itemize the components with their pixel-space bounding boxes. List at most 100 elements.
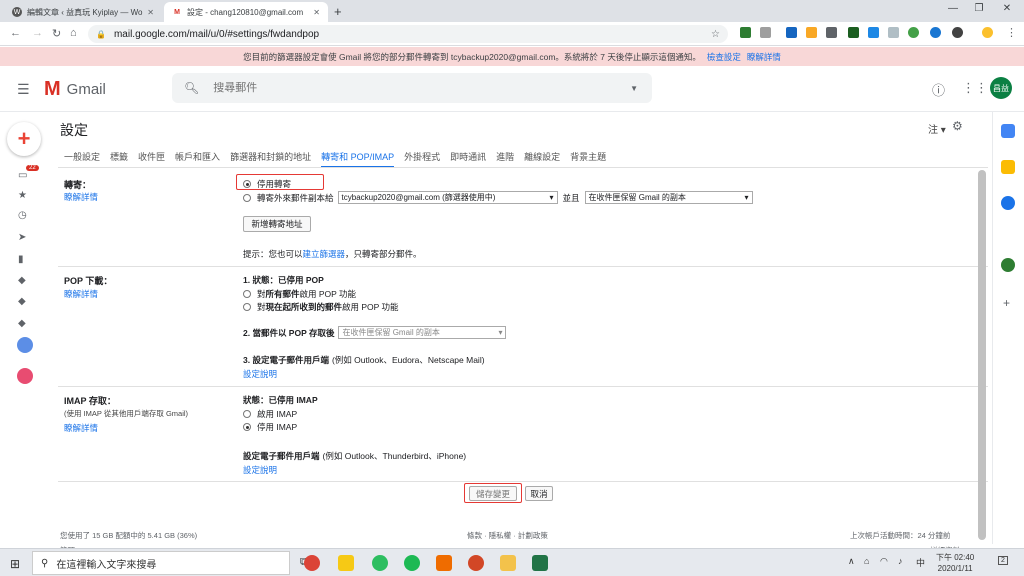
extension-icon[interactable] — [806, 27, 817, 38]
windows-start-icon[interactable]: ⊞ — [10, 557, 20, 571]
close-icon[interactable]: ✕ — [313, 8, 320, 17]
profile-emoji-icon[interactable] — [982, 27, 993, 38]
app-icon[interactable] — [338, 555, 354, 571]
back-arrow-icon[interactable]: ← — [10, 27, 21, 39]
settings-scrollbar[interactable] — [978, 170, 986, 540]
extension-icon[interactable] — [826, 27, 837, 38]
search-icon[interactable]: 🔍︎ — [184, 81, 199, 95]
gmail-logo[interactable]: M Gmail — [44, 79, 106, 99]
inbox-icon[interactable]: ▭ — [18, 170, 27, 181]
tab-inbox[interactable]: 收件匣 — [138, 150, 165, 168]
hangouts-avatar[interactable] — [17, 337, 33, 353]
app-icon[interactable] — [436, 555, 452, 571]
volume-icon[interactable]: ♪ — [898, 556, 903, 566]
label-icon[interactable]: ◆ — [18, 318, 26, 329]
tab-accounts[interactable]: 帳戶和匯入 — [175, 150, 220, 168]
excel-icon[interactable] — [532, 555, 548, 571]
tab-general[interactable]: 一般設定 — [64, 150, 100, 168]
check-settings-link[interactable]: 檢查設定 — [707, 51, 741, 63]
imap-disable-option[interactable]: 停用 IMAP — [243, 421, 297, 433]
tasks-icon[interactable] — [1001, 196, 1015, 210]
search-options-icon[interactable]: ▼ — [630, 84, 638, 93]
notification-count[interactable]: 2 — [998, 556, 1008, 565]
learn-more-link[interactable]: 瞭解詳情 — [747, 51, 781, 63]
pop-action-select[interactable]: 在收件匣保留 Gmail 的副本 ▾ — [338, 326, 507, 339]
tab-addons[interactable]: 外掛程式 — [404, 150, 440, 168]
address-bar[interactable]: 🔒 mail.google.com/mail/u/0/#settings/fwd… — [88, 25, 728, 43]
snoozed-icon[interactable]: ◷ — [18, 210, 27, 221]
extension-icon[interactable] — [786, 27, 797, 38]
extension-icon[interactable] — [888, 27, 899, 38]
radio-unselected[interactable] — [243, 290, 251, 298]
cancel-button[interactable]: 取消 — [525, 486, 553, 501]
tab-labels[interactable]: 標籤 — [110, 150, 128, 168]
system-clock[interactable]: 下午 02:40 2020/1/11 — [936, 552, 974, 574]
footer-links[interactable]: 條款 · 隱私權 · 計劃政策 — [467, 530, 548, 541]
pop-config-instructions-link[interactable]: 設定說明 — [243, 368, 277, 380]
search-input[interactable] — [213, 82, 614, 94]
bookmark-star-icon[interactable]: ☆ — [711, 29, 720, 40]
evernote-icon[interactable] — [372, 555, 388, 571]
tab-offline[interactable]: 離線設定 — [524, 150, 560, 168]
add-forwarding-address-button[interactable]: 新增轉寄地址 — [243, 216, 311, 232]
imap-enable-option[interactable]: 啟用 IMAP — [243, 408, 297, 420]
tab-filters[interactable]: 篩選器和封鎖的地址 — [230, 150, 311, 168]
network-icon[interactable]: ⌂ — [864, 556, 869, 566]
compose-button[interactable]: + — [7, 122, 41, 156]
tab-themes[interactable]: 背景主題 — [570, 150, 606, 168]
extension-icon[interactable] — [760, 27, 771, 38]
pop-all-mail-option[interactable]: 對所有郵件 啟用 POP 功能 — [243, 288, 356, 300]
extension-icon[interactable] — [930, 27, 941, 38]
extension-icon[interactable] — [952, 27, 963, 38]
extension-icon[interactable] — [908, 27, 919, 38]
keep-icon[interactable] — [1001, 160, 1015, 174]
label-icon[interactable]: ◆ — [18, 275, 26, 286]
radio-unselected[interactable] — [243, 303, 251, 311]
radio-selected[interactable] — [243, 180, 251, 188]
forward-address-select[interactable]: tcybackup2020@gmail.com (篩選器使用中) ▾ — [337, 191, 558, 204]
account-avatar[interactable]: 昌益 — [990, 77, 1012, 99]
disable-forwarding-option[interactable]: 停用轉寄 — [243, 178, 291, 190]
wifi-icon[interactable]: ◠ — [880, 556, 888, 567]
tab-chat[interactable]: 即時通訊 — [450, 150, 486, 168]
minimize-button[interactable]: — — [940, 3, 966, 14]
label-icon[interactable]: ◆ — [18, 296, 26, 307]
sent-icon[interactable]: ➤ — [18, 232, 26, 243]
window-close-button[interactable]: ✕ — [994, 3, 1020, 14]
calendar-icon[interactable] — [1001, 124, 1015, 138]
powerpoint-icon[interactable] — [468, 555, 484, 571]
maximize-button[interactable]: ❐ — [966, 3, 992, 14]
extension-icon[interactable] — [848, 27, 859, 38]
imap-config-instructions-link[interactable]: 設定說明 — [243, 464, 277, 476]
reload-icon[interactable]: ↻ — [52, 27, 61, 40]
save-changes-button[interactable]: 儲存變更 — [469, 486, 517, 501]
apps-grid-icon[interactable]: ⋮⋮ — [962, 80, 988, 96]
tab-forwarding-pop-imap[interactable]: 轉寄和 POP/IMAP — [321, 150, 395, 168]
browser-menu-icon[interactable]: ⋮ — [1006, 26, 1017, 39]
close-icon[interactable]: ✕ — [147, 8, 154, 17]
pop-learn-more-link[interactable]: 瞭解詳情 — [64, 288, 98, 300]
extension-evernote-icon[interactable] — [740, 27, 751, 38]
starred-icon[interactable]: ★ — [18, 190, 27, 201]
tab-advanced[interactable]: 進階 — [496, 150, 514, 168]
new-tab-button[interactable]: + — [334, 4, 342, 19]
taskbar-search-box[interactable]: ⚲ 在這裡輸入文字來搜尋 — [32, 551, 290, 575]
keep-copy-select[interactable]: 在收件匣保留 Gmail 的副本 ▾ — [584, 191, 753, 204]
browser-tab-gmail[interactable]: M 設定 - chang120810@gmail.com ✕ — [164, 2, 328, 22]
search-bar[interactable]: 🔍︎ ▼ — [172, 73, 652, 103]
browser-tab-wordpress[interactable]: W 編輯文章 ‹ 益真玩 Kyiplay — Wo ✕ — [4, 2, 162, 22]
chrome-icon[interactable] — [304, 555, 320, 571]
file-explorer-icon[interactable] — [500, 555, 516, 571]
home-icon[interactable]: ⌂ — [70, 27, 77, 39]
show-hidden-icons[interactable]: ∧ — [848, 556, 855, 567]
radio-unselected[interactable] — [243, 193, 251, 202]
hangouts-contact-avatar[interactable] — [17, 368, 33, 384]
radio-unselected[interactable] — [243, 410, 251, 418]
extension-icon[interactable] — [868, 27, 879, 38]
gear-icon[interactable]: ⚙ — [952, 119, 963, 133]
forwarding-learn-more-link[interactable]: 瞭解詳情 — [64, 191, 98, 203]
drafts-icon[interactable]: ▮ — [18, 254, 24, 265]
ime-language[interactable]: 中 — [916, 556, 925, 569]
forward-copy-option[interactable]: 轉寄外來郵件副本給 tcybackup2020@gmail.com (篩選器使用… — [243, 191, 753, 204]
radio-selected[interactable] — [243, 423, 251, 431]
